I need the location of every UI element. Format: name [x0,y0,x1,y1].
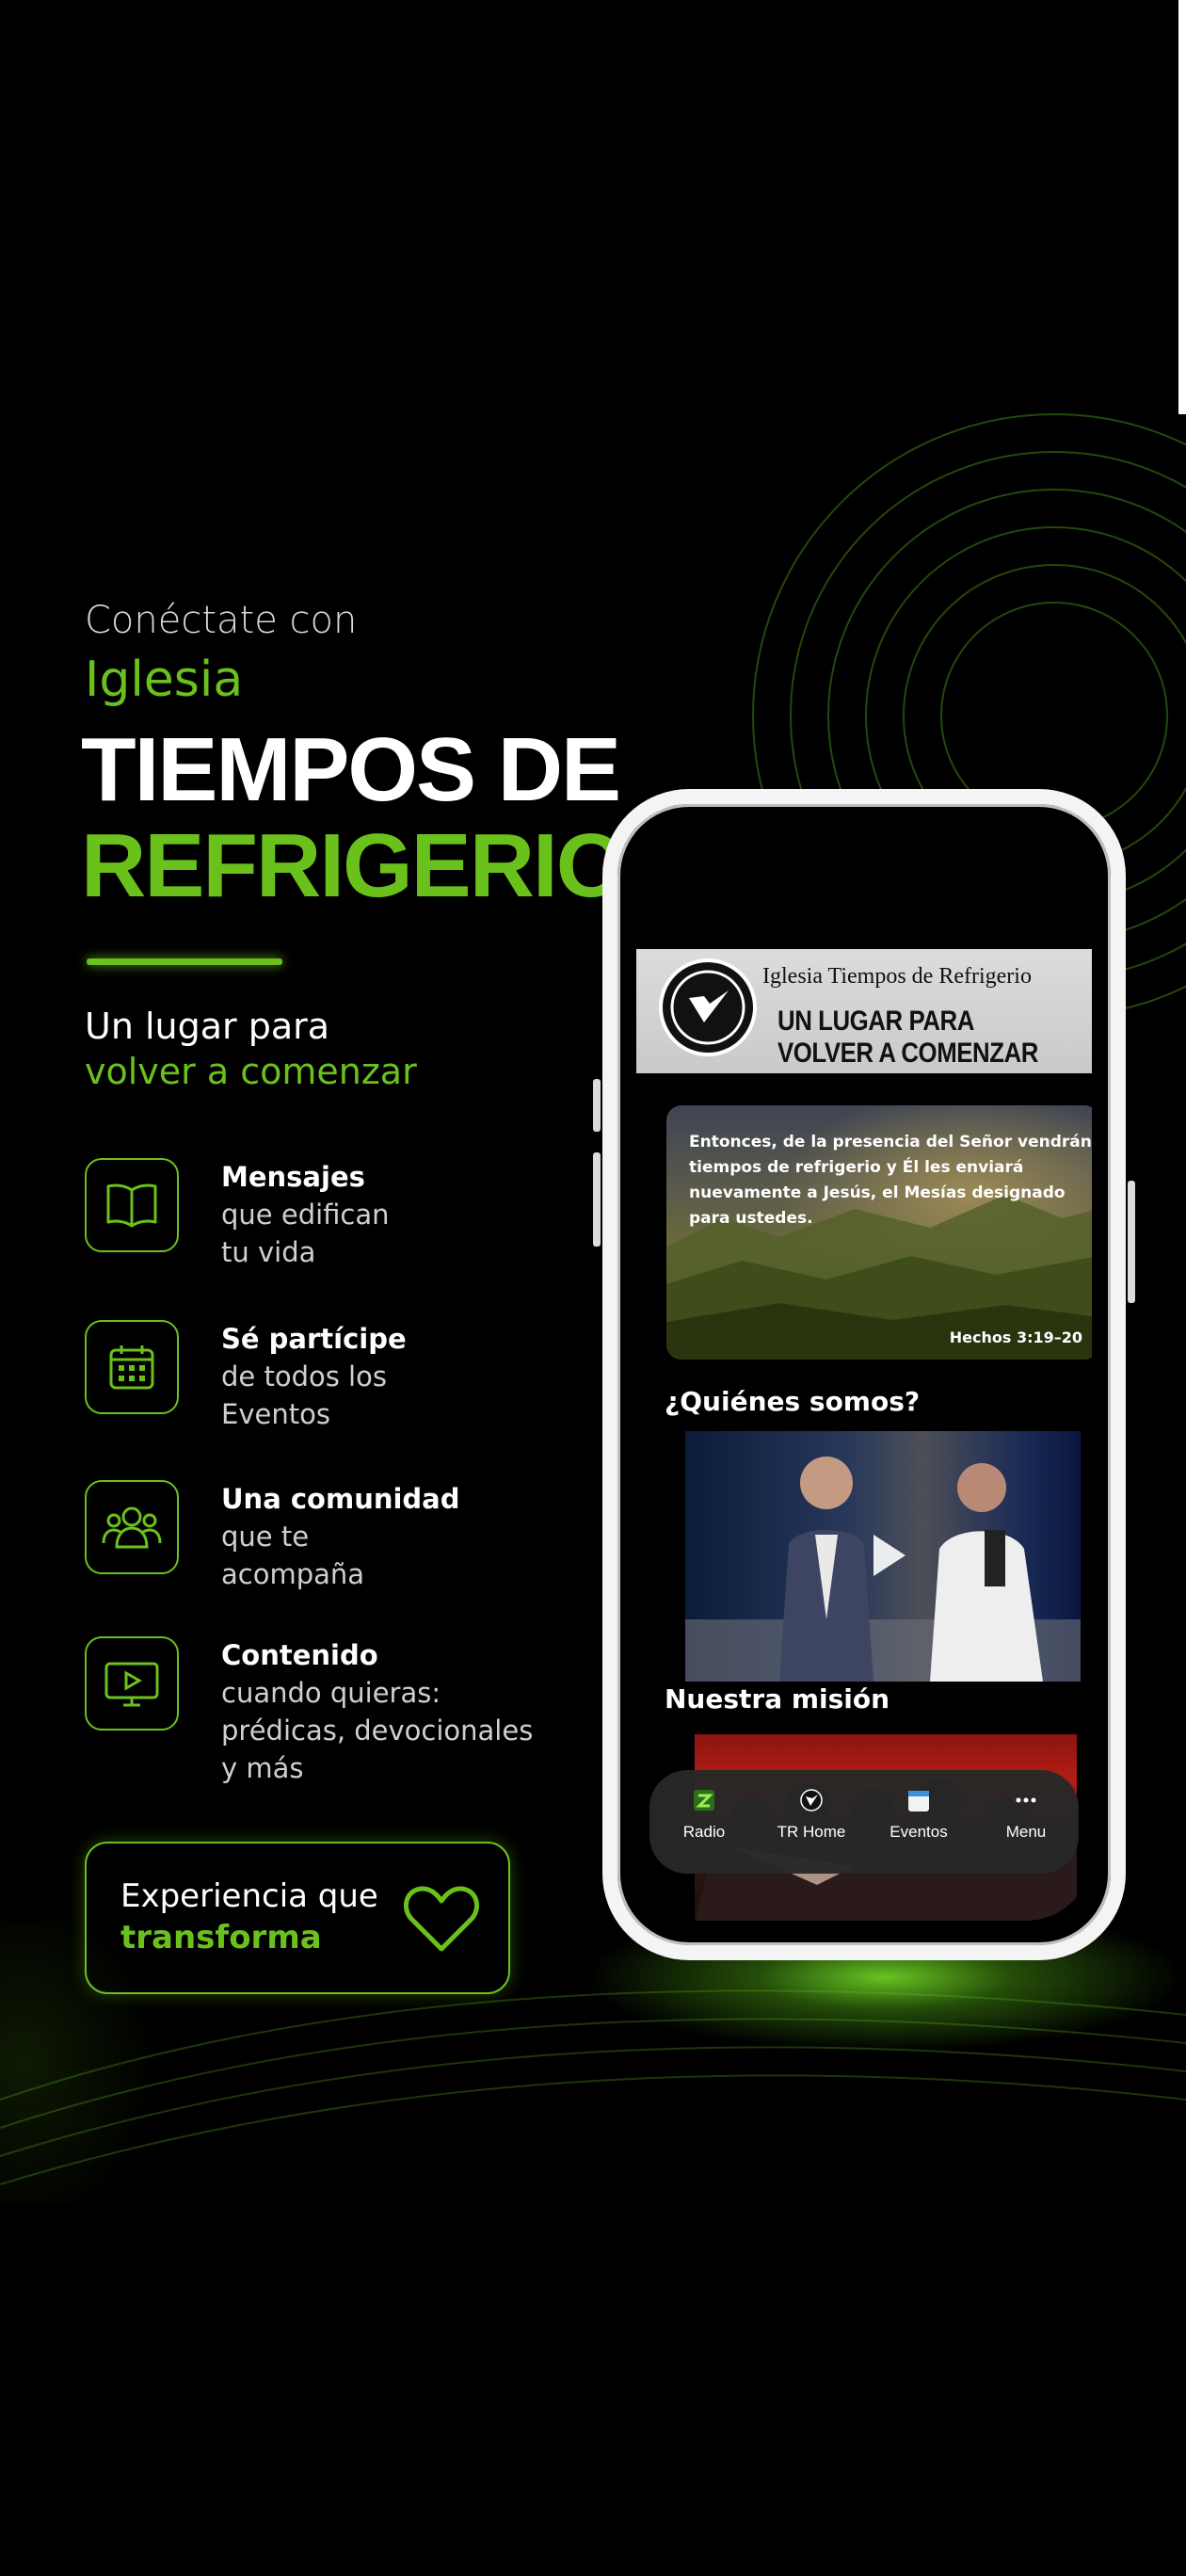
brand-title-line2: REFRIGERIO [81,815,626,916]
verse-reference: Hechos 3:19–20 [949,1328,1082,1346]
tab-radio[interactable]: Radio [657,1787,751,1842]
phone-mockup: Iglesia Tiempos de Refrigerio UN LUGAR P… [593,789,1135,1960]
more-icon [1016,1797,1036,1803]
phone-screen: Iglesia Tiempos de Refrigerio UN LUGAR P… [636,829,1092,1921]
bottom-tab-bar: Radio TR Home Eventos Menu [649,1770,1079,1874]
feature-title: Sé partícipe [221,1323,407,1355]
phone-side-button [593,1152,601,1247]
eyebrow-accent-text: Iglesia [85,652,244,708]
tab-events[interactable]: Eventos [872,1787,966,1842]
play-icon[interactable] [873,1535,906,1576]
phone-side-button [1128,1181,1135,1303]
feature-title: Una comunidad [221,1483,460,1515]
about-title: ¿Quiénes somos? [665,1386,921,1417]
app-header: Iglesia Tiempos de Refrigerio UN LUGAR P… [636,949,1092,1073]
verse-card[interactable]: Entonces, de la presencia del Señor vend… [666,1105,1092,1360]
tagline-line1: Un lugar para [85,1006,330,1047]
eyebrow-text: Conéctate con [85,599,358,642]
cta-line2: transforma [120,1919,322,1956]
mission-title: Nuestra misión [665,1683,890,1715]
feature-description: de todos los Eventos [221,1360,387,1430]
cta-line1: Experiencia que [120,1877,378,1915]
promo-banner: Conéctate con Iglesia TIEMPOS DE REFRIGE… [0,0,1186,2576]
feature-title: Contenido [221,1639,378,1671]
feature-messages: Mensajes que edifican tu vida [85,1158,574,1309]
church-motto: UN LUGAR PARA VOLVER A COMENZAR [777,1006,1038,1069]
book-icon [85,1158,179,1252]
calendar-icon [908,1791,929,1811]
verse-text: Entonces, de la presencia del Señor vend… [689,1133,1092,1228]
radio-icon [694,1790,714,1811]
community-icon [85,1480,179,1574]
tab-label: Eventos [890,1823,948,1841]
feature-description: cuando quieras: prédicas, devocionales y… [221,1677,534,1784]
brand-title-line1: TIEMPOS DE [81,719,621,820]
about-video[interactable] [685,1431,1081,1682]
feature-events: Sé partícipe de todos los Eventos [85,1320,574,1471]
feature-community: Una comunidad que te acompaña [85,1480,574,1631]
church-name: Iglesia Tiempos de Refrigerio [762,964,1032,989]
tab-home[interactable]: TR Home [764,1787,858,1842]
tagline-line2: volver a comenzar [85,1051,417,1092]
calendar-icon [85,1320,179,1414]
tab-menu[interactable]: Menu [979,1787,1073,1842]
heart-icon [403,1886,480,1952]
feature-description: que te acompaña [221,1521,365,1590]
edge-decoration [1178,0,1186,414]
feature-title: Mensajes [221,1161,365,1193]
cta-box: Experiencia que transforma [85,1842,510,1994]
home-logo-icon [800,1789,823,1811]
tab-label: TR Home [777,1823,846,1841]
accent-divider [87,958,282,965]
church-logo-icon [659,958,757,1056]
feature-content: Contenido cuando quieras: prédicas, devo… [85,1636,574,1787]
tab-label: Radio [682,1823,726,1841]
phone-side-button [593,1079,601,1132]
feature-description: que edifican tu vida [221,1199,390,1268]
video-icon [85,1636,179,1731]
tab-label: Menu [1005,1823,1047,1841]
